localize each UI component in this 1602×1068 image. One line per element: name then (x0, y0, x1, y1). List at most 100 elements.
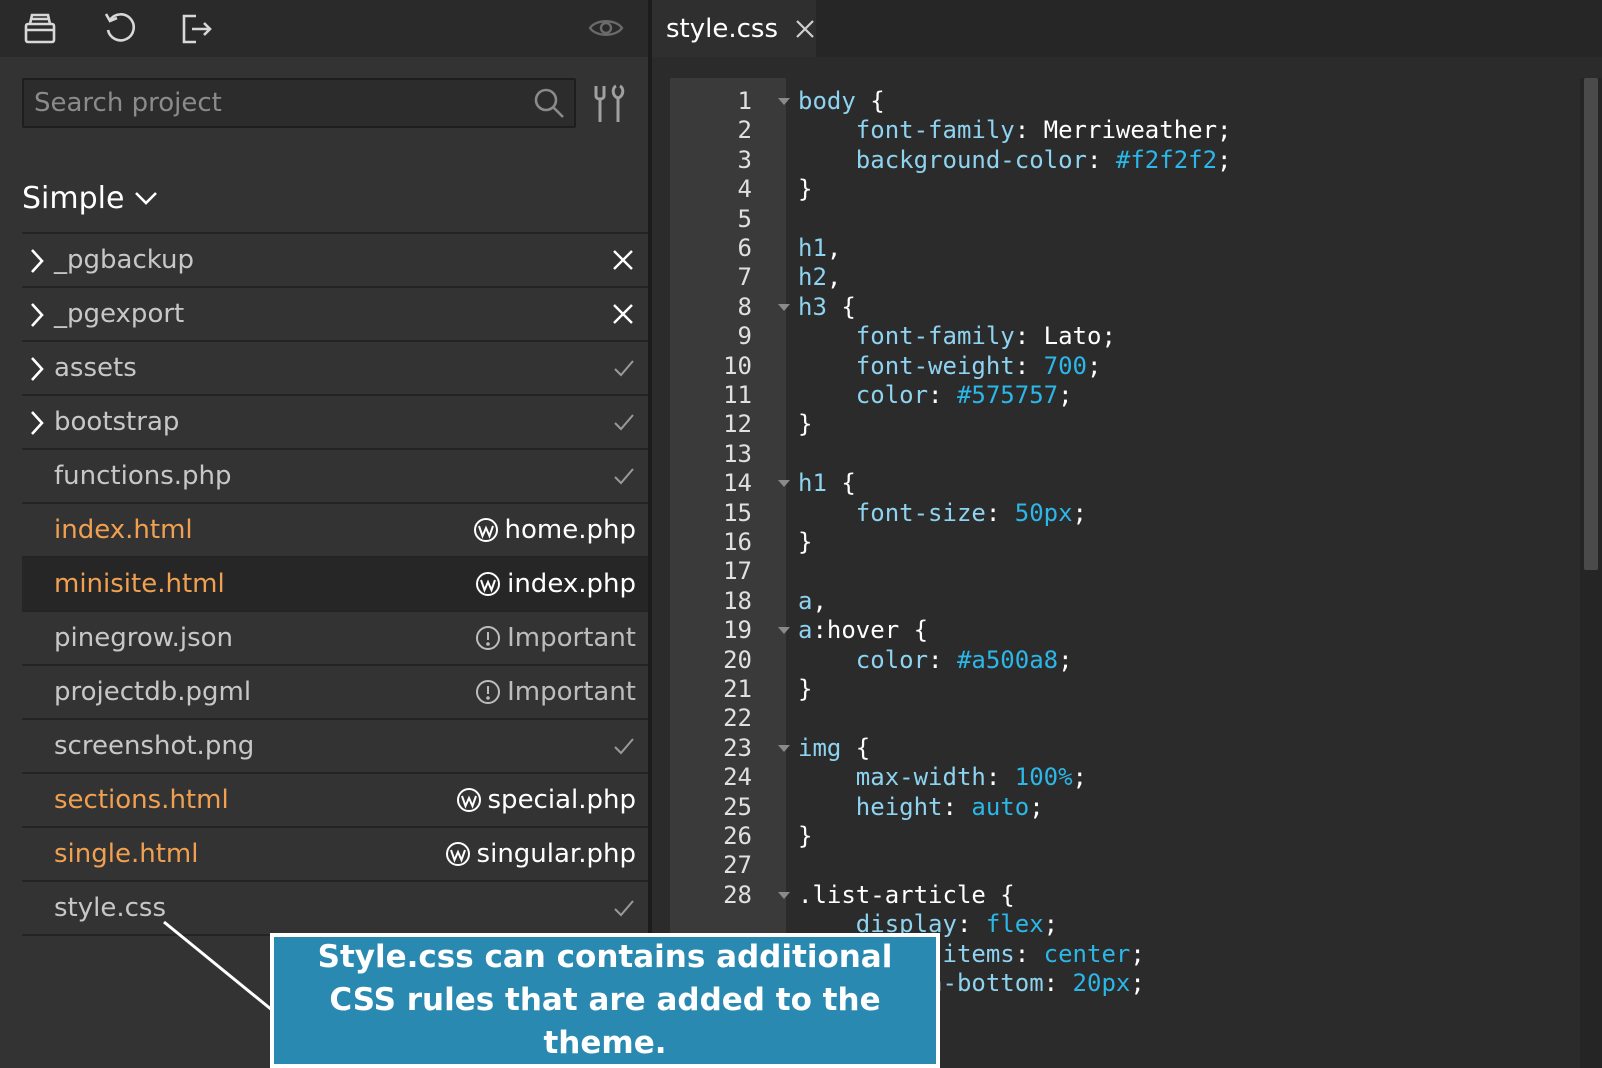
code-text: font-family: Merriweather; (798, 115, 1232, 145)
code-token: : (1086, 145, 1116, 174)
file-row[interactable]: functions.php (22, 450, 648, 504)
expand-toggle[interactable] (28, 247, 46, 275)
search-input[interactable] (34, 80, 514, 126)
code-line[interactable]: 1 body { (652, 86, 1582, 116)
file-status: index.php (475, 569, 636, 599)
wrench-screwdriver-icon[interactable] (590, 82, 630, 131)
code-line[interactable]: 28 .list-article { (652, 880, 1582, 910)
code-line[interactable]: 7 h2, (652, 262, 1582, 292)
file-tree: _pgbackup _pgexport assets bootstrap functio… (22, 232, 648, 936)
code-line[interactable]: 26} (652, 821, 1582, 851)
code-line[interactable]: 27 (652, 850, 1582, 880)
file-row[interactable]: index.html home.php (22, 504, 648, 558)
fold-toggle-icon[interactable] (778, 480, 790, 488)
code-line[interactable]: 10 font-weight: 700; (652, 351, 1582, 381)
fold-toggle-icon[interactable] (778, 303, 790, 311)
fold-toggle-icon[interactable] (778, 744, 790, 752)
preview-toggle[interactable] (584, 8, 628, 48)
check-icon (614, 900, 634, 917)
code-token: font-family (855, 322, 1015, 351)
file-status: home.php (473, 515, 636, 545)
code-line[interactable]: 4} (652, 174, 1582, 204)
code-token: : (1014, 322, 1044, 351)
file-row[interactable]: single.html singular.php (22, 828, 648, 882)
folder-row[interactable]: assets (22, 342, 648, 396)
code-line[interactable]: 20 color: #a500a8; (652, 645, 1582, 675)
file-row[interactable]: screenshot.png (22, 720, 648, 774)
code-text: } (798, 821, 812, 851)
file-name: sections.html (54, 785, 229, 815)
code-token: 100% (1014, 763, 1073, 792)
file-row[interactable]: projectdb.pgml Important (22, 666, 648, 720)
code-token: ; (1043, 910, 1059, 939)
code-text: .list-article { (798, 880, 1015, 910)
line-number: 2 (737, 116, 752, 145)
file-row[interactable]: sections.html special.php (22, 774, 648, 828)
fold-toggle-icon[interactable] (778, 627, 790, 635)
code-token: ; (1087, 351, 1102, 380)
file-status[interactable] (610, 301, 636, 327)
file-name: bootstrap (54, 407, 180, 437)
editor-scrollbar[interactable] (1580, 78, 1602, 1068)
expand-toggle[interactable] (28, 301, 46, 329)
export-button[interactable] (174, 8, 218, 48)
code-line[interactable]: 2 font-family: Merriweather; (652, 115, 1582, 145)
code-token: ; (1101, 322, 1116, 351)
folder-row[interactable]: _pgbackup (22, 234, 648, 288)
code-text: font-size: 50px; (798, 498, 1087, 528)
undo-button[interactable] (98, 8, 142, 48)
file-row[interactable]: style.css (22, 882, 648, 936)
fold-toggle-icon[interactable] (778, 98, 790, 105)
close-icon[interactable] (794, 18, 816, 40)
code-line[interactable]: 5 (652, 204, 1582, 234)
code-line[interactable]: 18 a, (652, 586, 1582, 616)
chevron-right-icon[interactable] (28, 409, 46, 437)
line-number: 4 (737, 175, 752, 204)
fold-toggle-icon[interactable] (778, 891, 790, 899)
wordpress-icon (476, 572, 501, 596)
code-line[interactable]: 3 background-color: #f2f2f2; (652, 145, 1582, 175)
expand-toggle[interactable] (28, 355, 46, 383)
code-token: h3 (798, 292, 827, 321)
code-token: ; (1217, 116, 1232, 145)
code-line[interactable]: 21} (652, 674, 1582, 704)
file-row[interactable]: minisite.html index.php (22, 558, 648, 612)
code-line[interactable]: 16} (652, 527, 1582, 557)
chevron-right-icon[interactable] (28, 247, 46, 275)
tab-style-css[interactable]: style.css (652, 0, 816, 57)
code-line[interactable]: 12} (652, 409, 1582, 439)
code-line[interactable]: 14 h1 { (652, 468, 1582, 498)
code-line[interactable]: 8 h3 { (652, 292, 1582, 322)
line-number: 16 (723, 528, 752, 556)
folder-row[interactable]: _pgexport (22, 288, 648, 342)
save-button[interactable] (18, 8, 62, 48)
search-icon[interactable] (532, 86, 566, 125)
code-line[interactable]: 11 color: #575757; (652, 380, 1582, 410)
code-line[interactable]: 9 font-family: Lato; (652, 321, 1582, 351)
project-selector[interactable]: Simple (22, 178, 158, 218)
code-token: h2 (798, 263, 827, 292)
chevron-right-icon[interactable] (28, 355, 46, 383)
code-line[interactable]: 19 a:hover { (652, 615, 1582, 645)
wordpress-icon (445, 842, 470, 866)
code-token: } (798, 822, 813, 850)
file-status[interactable] (610, 247, 636, 273)
close-icon[interactable] (610, 301, 636, 327)
file-row[interactable]: pinegrow.json Important (22, 612, 648, 666)
code-line[interactable]: 24 max-width: 100%; (652, 762, 1582, 792)
code-line[interactable]: 6 h1, (652, 233, 1582, 263)
chevron-right-icon[interactable] (28, 301, 46, 329)
scroll-thumb[interactable] (1584, 78, 1598, 570)
close-icon[interactable] (610, 247, 636, 273)
expand-toggle[interactable] (28, 409, 46, 437)
code-line[interactable]: 25 height: auto; (652, 792, 1582, 822)
code-line[interactable]: 17 (652, 556, 1582, 586)
code-line[interactable]: 22 (652, 703, 1582, 733)
code-line[interactable]: 23 img { (652, 733, 1582, 763)
folder-row[interactable]: bootstrap (22, 396, 648, 450)
code-line[interactable]: 13 (652, 439, 1582, 469)
code-line[interactable]: 15 font-size: 50px; (652, 498, 1582, 528)
code-token: : (928, 381, 957, 409)
code-text: h1 { (798, 468, 856, 498)
code-token: Lato (1043, 322, 1102, 351)
